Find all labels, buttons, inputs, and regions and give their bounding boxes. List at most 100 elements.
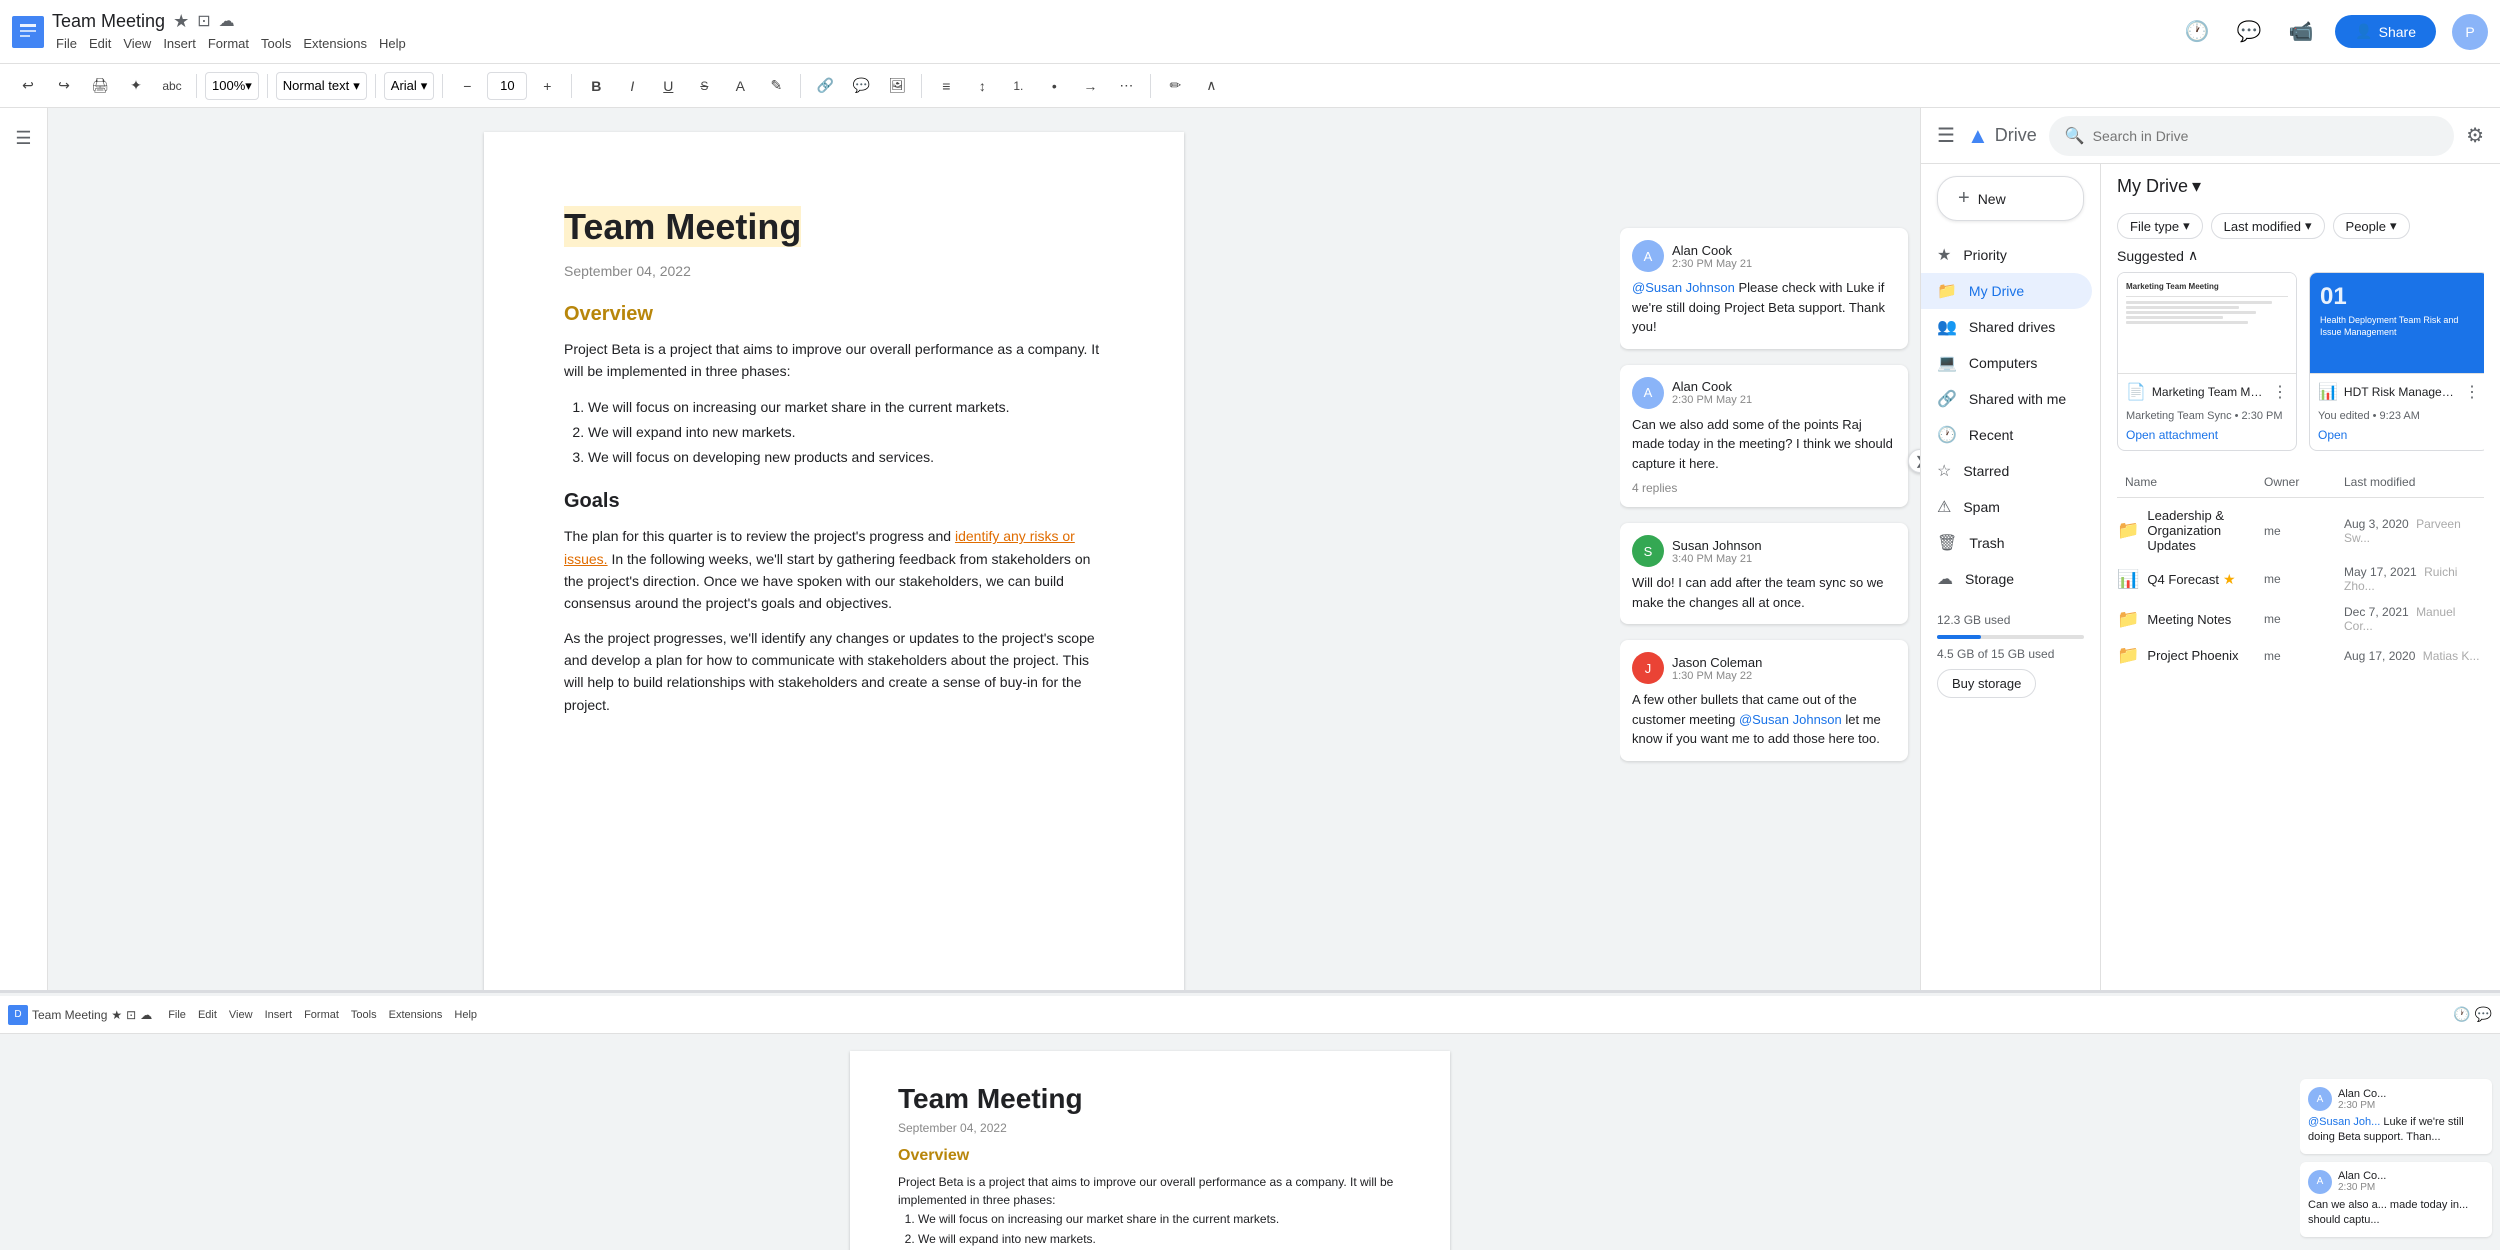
bottom-menu-format[interactable]: Format xyxy=(300,1007,343,1023)
sidebar-item-recent[interactable]: 🕐 Recent xyxy=(1921,417,2092,453)
filter-people[interactable]: People ▾ xyxy=(2333,213,2410,239)
collapse-toolbar-button[interactable]: ∧ xyxy=(1195,70,1227,102)
cloud-icon[interactable]: ☁ xyxy=(219,11,235,31)
filter-file-type[interactable]: File type ▾ xyxy=(2117,213,2203,239)
strikethrough-button[interactable]: S xyxy=(688,70,720,102)
font-select[interactable]: Arial ▾ xyxy=(384,72,435,100)
undo-button[interactable]: ↩ xyxy=(12,70,44,102)
user-avatar[interactable]: P xyxy=(2452,14,2488,50)
numbered-list-button[interactable]: 1. xyxy=(1002,70,1034,102)
sidebar-item-my-drive[interactable]: 📁 My Drive xyxy=(1921,273,2092,309)
sidebar-item-storage[interactable]: ☁ Storage xyxy=(1921,561,2092,597)
menu-format[interactable]: Format xyxy=(204,34,253,53)
bottom-comment-icon[interactable]: 💬 xyxy=(2475,1006,2492,1023)
bottom-comment-header: A Alan Co... 2:30 PM xyxy=(2308,1170,2484,1194)
bold-button[interactable]: B xyxy=(580,70,612,102)
sidebar-item-trash[interactable]: 🗑 Trash xyxy=(1921,525,2092,561)
share-button[interactable]: 👤 Share xyxy=(2335,15,2436,48)
card-more-icon[interactable]: ⋮ xyxy=(2464,382,2480,402)
decrease-font-button[interactable]: − xyxy=(451,70,483,102)
comment-time: 1:30 PM May 22 xyxy=(1672,670,1762,682)
bottom-menu-view[interactable]: View xyxy=(225,1007,257,1023)
pen-button[interactable]: ✏ xyxy=(1159,70,1191,102)
drive-search-input[interactable] xyxy=(2093,128,2438,144)
card-type-icon: 📊 xyxy=(2318,382,2338,402)
sidebar-item-starred[interactable]: ☆ Starred xyxy=(1921,453,2092,489)
increase-font-button[interactable]: + xyxy=(531,70,563,102)
file-row[interactable]: 📁 Project Phoenix me Aug 17, 2020 Matias… xyxy=(2117,639,2484,672)
highlight-button[interactable]: ✎ xyxy=(760,70,792,102)
storage-bar xyxy=(1937,635,2084,639)
bottom-menu-extensions[interactable]: Extensions xyxy=(385,1007,447,1023)
drive-new-button[interactable]: + New xyxy=(1937,176,2084,221)
menu-insert[interactable]: Insert xyxy=(159,34,200,53)
sidebar-item-shared-drives[interactable]: 👥 Shared drives xyxy=(1921,309,2092,345)
sidebar-item-computers[interactable]: 💻 Computers xyxy=(1921,345,2092,381)
link-button[interactable]: 🔗 xyxy=(809,70,841,102)
video-icon[interactable]: 📹 xyxy=(2283,14,2319,50)
menu-help[interactable]: Help xyxy=(375,34,410,53)
bottom-menu-insert[interactable]: Insert xyxy=(261,1007,297,1023)
star-icon[interactable]: ★ xyxy=(173,11,189,32)
drive-card[interactable]: Marketing Team Meeting 📄 xyxy=(2117,272,2297,451)
drive-card[interactable]: 01 Health Deployment Team Risk and Issue… xyxy=(2309,272,2484,451)
card-more-icon[interactable]: ⋮ xyxy=(2272,382,2288,402)
zoom-control[interactable]: 100% ▾ xyxy=(205,72,259,100)
indent-button[interactable]: → xyxy=(1074,70,1106,102)
sidebar-item-spam[interactable]: ⚠ Spam xyxy=(1921,489,2092,525)
drive-search-bar[interactable]: 🔍 xyxy=(2049,116,2454,156)
filter-last-modified[interactable]: Last modified ▾ xyxy=(2211,213,2325,239)
bottom-menu-help[interactable]: Help xyxy=(450,1007,481,1023)
my-drive-title[interactable]: My Drive ▾ xyxy=(2117,176,2201,197)
bottom-menu-tools[interactable]: Tools xyxy=(347,1007,381,1023)
print-button[interactable]: 🖨 xyxy=(84,70,116,102)
storage-detail-text: 4.5 GB of 15 GB used xyxy=(1937,647,2084,661)
drive-settings-icon[interactable]: ⚙ xyxy=(2466,123,2484,148)
bottom-history-icon[interactable]: 🕐 xyxy=(2453,1006,2470,1023)
drive-menu-icon[interactable]: ☰ xyxy=(1937,123,1955,148)
line-spacing-button[interactable]: ↕ xyxy=(966,70,998,102)
redo-button[interactable]: ↪ xyxy=(48,70,80,102)
menu-file[interactable]: File xyxy=(52,34,81,53)
card-doc-preview: Marketing Team Meeting xyxy=(2118,273,2296,373)
comment-button[interactable]: 💬 xyxy=(845,70,877,102)
doc-title[interactable]: Team Meeting xyxy=(52,11,165,32)
history-icon[interactable]: 🕐 xyxy=(2179,14,2215,50)
menu-tools[interactable]: Tools xyxy=(257,34,295,53)
bottom-menu-edit[interactable]: Edit xyxy=(194,1007,221,1023)
open-attachment-link[interactable]: Open attachment xyxy=(2118,428,2296,450)
buy-storage-button[interactable]: Buy storage xyxy=(1937,669,2036,698)
text-color-button[interactable]: A xyxy=(724,70,756,102)
card-type-icon: 📄 xyxy=(2126,382,2146,402)
comment-replies[interactable]: 4 replies xyxy=(1632,481,1896,495)
normal-text-select[interactable]: Normal text ▾ xyxy=(276,72,367,100)
suggested-title: Suggested ∧ xyxy=(2117,247,2198,264)
separator-5 xyxy=(571,74,572,98)
menu-extensions[interactable]: Extensions xyxy=(299,34,371,53)
outline-toggle-button[interactable]: ☰ xyxy=(6,120,42,156)
file-row[interactable]: 📊 Q4 Forecast ★ me May 17, 2021 Ruichi Z… xyxy=(2117,559,2484,599)
spell-check-button[interactable]: abc xyxy=(156,70,188,102)
paint-format-button[interactable]: ✦ xyxy=(120,70,152,102)
align-button[interactable]: ≡ xyxy=(930,70,962,102)
comment-icon[interactable]: 💬 xyxy=(2231,14,2267,50)
bullet-list-button[interactable]: • xyxy=(1038,70,1070,102)
file-row[interactable]: 📁 Meeting Notes me Dec 7, 2021 Manuel Co… xyxy=(2117,599,2484,639)
folder-icon[interactable]: ⊡ xyxy=(197,11,210,31)
col-name: Name xyxy=(2117,471,2264,493)
suggested-cards-row: Marketing Team Meeting 📄 xyxy=(2117,272,2484,451)
menu-view[interactable]: View xyxy=(119,34,155,53)
sidebar-item-priority[interactable]: ★ Priority xyxy=(1921,237,2092,273)
file-row[interactable]: 📁 Leadership & Organization Updates me A… xyxy=(2117,502,2484,559)
underline-button[interactable]: U xyxy=(652,70,684,102)
bottom-menu-file[interactable]: File xyxy=(164,1007,190,1023)
filter-chevron: ▾ xyxy=(2390,218,2397,234)
more-formats-button[interactable]: ⋯ xyxy=(1110,70,1142,102)
comment-header: A Alan Cook 2:30 PM May 21 xyxy=(1632,377,1896,409)
image-button[interactable]: 🖼 xyxy=(881,70,913,102)
open-link[interactable]: Open xyxy=(2310,428,2484,450)
sidebar-item-shared-with-me[interactable]: 🔗 Shared with me xyxy=(1921,381,2092,417)
font-size-input[interactable]: 10 xyxy=(487,72,527,100)
italic-button[interactable]: I xyxy=(616,70,648,102)
menu-edit[interactable]: Edit xyxy=(85,34,115,53)
